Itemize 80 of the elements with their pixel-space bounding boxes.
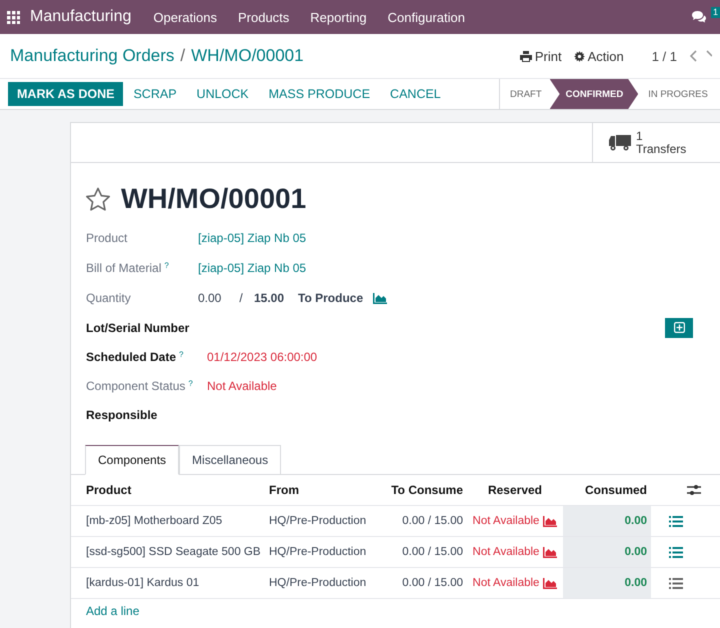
table-cell-text: HQ/Pre-Production (269, 514, 368, 529)
column-header[interactable]: Product (71, 475, 269, 505)
field-value-link[interactable]: [ziap-05] Ziap Nb 05 (198, 231, 306, 245)
reserved-status: Not Available (472, 546, 540, 558)
area-chart-icon[interactable] (543, 578, 558, 588)
breadcrumb-separator: / (180, 46, 186, 66)
field-value: 01/12/2023 06:00:00 (207, 350, 318, 364)
print-icon (520, 50, 532, 62)
table-cell-text: HQ/Pre-Production (269, 576, 368, 591)
list-icon[interactable] (669, 516, 683, 526)
tab[interactable]: Components (85, 445, 180, 475)
field-label: Component Status (86, 378, 186, 392)
list-icon[interactable] (669, 578, 683, 588)
field-label: Quantity (86, 291, 131, 305)
truck-icon (609, 134, 631, 150)
consumed-cell[interactable]: 0.00 (563, 537, 651, 567)
action-button[interactable]: CANCEL (380, 82, 451, 106)
table-cell-text: [kardus-01] Kardus 01 (85, 576, 200, 591)
menu-item[interactable]: Configuration (388, 10, 465, 24)
table-cell-text: 0.00 / 15.00 (401, 514, 464, 529)
consumed-cell[interactable]: 0.00 (563, 506, 651, 536)
help-tooltip[interactable]: ? (188, 378, 193, 392)
column-header[interactable]: From (269, 475, 385, 505)
mark-done-button[interactable]: MARK AS DONE (8, 82, 124, 106)
action-button[interactable]: SCRAP (123, 82, 187, 106)
chat-icon[interactable] (690, 10, 707, 24)
status-stage[interactable]: DRAFT (500, 79, 550, 109)
area-chart-icon[interactable] (543, 546, 558, 558)
field-label: Bill of Material (86, 261, 162, 275)
star-icon[interactable] (85, 186, 111, 212)
field-label: Lot/Serial Number (86, 320, 190, 334)
column-header[interactable]: Consumed (563, 475, 651, 505)
breadcrumb-current: WH/MO/00001 (191, 46, 304, 66)
field-value-link[interactable]: [ziap-05] Ziap Nb 05 (198, 261, 306, 275)
record-title: WH/MO/00001 (121, 183, 306, 215)
apps-grid-icon[interactable] (7, 10, 20, 24)
help-tooltip[interactable]: ? (179, 350, 184, 364)
transfers-button[interactable]: 1 Transfers (592, 123, 720, 162)
table-cell-text: [ssd-sg500] SSD Seagate 500 GB (85, 545, 262, 560)
menu-item[interactable]: Operations (153, 10, 217, 24)
add-line-link[interactable]: Add a line (86, 604, 140, 618)
field-label: Product (86, 231, 128, 245)
add-icon (674, 322, 684, 333)
reserved-status: Not Available (472, 515, 540, 527)
quantity-unit: To Produce (298, 291, 364, 305)
consumed-cell[interactable]: 0.00 (563, 568, 651, 598)
status-stage[interactable]: IN PROGRES (638, 79, 716, 109)
list-icon[interactable] (669, 546, 683, 558)
reserved-status: Not Available (472, 577, 540, 589)
produced-quantity[interactable]: 0.00 (198, 291, 228, 305)
field-value: Not Available (207, 378, 277, 392)
action-button[interactable]: MASS PRODUCE (258, 82, 380, 106)
quantity-separator: / (238, 291, 244, 305)
previous-icon[interactable] (690, 50, 698, 62)
action-button[interactable]: UNLOCK (186, 82, 259, 106)
menu-item[interactable]: Products (238, 10, 290, 24)
pager-value: 1 / 1 (652, 48, 677, 64)
table-cell-text: 0.00 / 15.00 (401, 545, 464, 560)
notification-badge: 1 (710, 7, 720, 18)
gear-icon (574, 50, 585, 62)
area-chart-icon[interactable] (373, 292, 388, 304)
app-name[interactable]: Manufacturing (30, 8, 132, 26)
print-button[interactable]: Print (514, 48, 568, 64)
table-cell-text: [mb-z05] Motherboard Z05 (85, 514, 224, 529)
action-button[interactable]: Action (568, 48, 630, 64)
breadcrumb-link[interactable]: Manufacturing Orders (10, 46, 174, 66)
table-cell-text: HQ/Pre-Production (269, 545, 368, 560)
tab[interactable]: Miscellaneous (179, 445, 282, 475)
status-stage[interactable]: CONFIRMED (550, 79, 638, 109)
menu-item[interactable]: Reporting (310, 10, 367, 24)
quantity-total[interactable]: 15.00 (254, 291, 298, 305)
area-chart-icon[interactable] (543, 516, 558, 526)
column-header[interactable]: Reserved (467, 475, 563, 505)
table-cell-text: 0.00 / 15.00 (401, 576, 464, 591)
column-header[interactable]: To Consume (385, 475, 467, 505)
field-label: Scheduled Date (86, 350, 176, 364)
add-lot-button[interactable] (665, 318, 693, 338)
help-tooltip[interactable]: ? (164, 261, 169, 275)
field-label: Responsible (86, 408, 158, 422)
settings-icon[interactable] (687, 484, 701, 496)
